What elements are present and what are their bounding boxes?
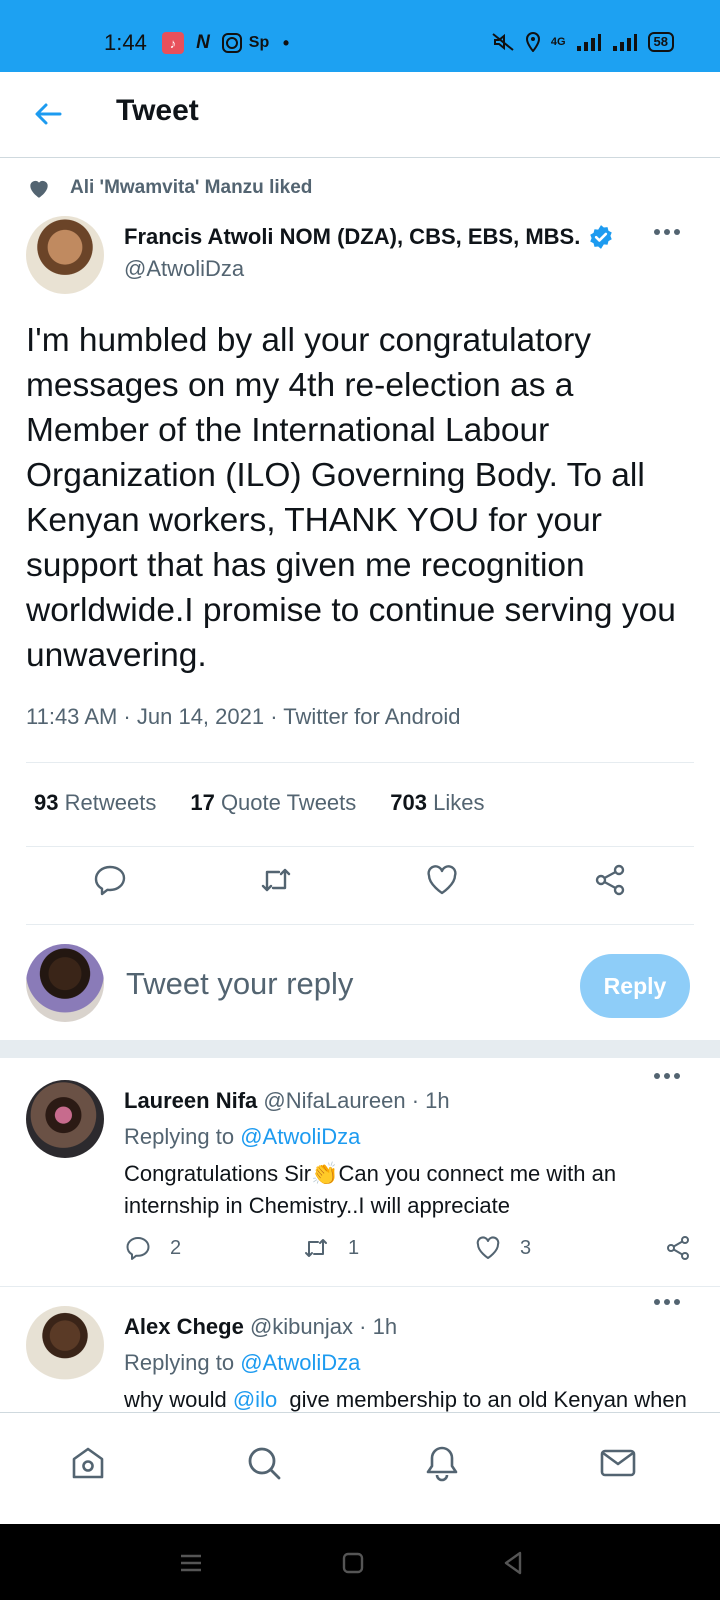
replying-to: Replying to @AtwoliDza [124, 1124, 360, 1150]
notifications-icon[interactable] [422, 1443, 462, 1483]
reply-share-action[interactable] [664, 1234, 692, 1262]
more-options-icon[interactable] [652, 227, 682, 237]
like-icon [476, 1236, 500, 1259]
divider [26, 924, 694, 925]
home-icon[interactable] [68, 1443, 108, 1483]
signal-icon [576, 34, 601, 51]
retweets-label: Retweets [64, 790, 157, 815]
search-icon[interactable] [244, 1443, 284, 1483]
reply-text-before: why would [124, 1387, 233, 1412]
reply-author-name[interactable]: Alex Chege [124, 1314, 244, 1339]
author-handle[interactable]: @AtwoliDza [124, 256, 244, 282]
retweets-count: 93 [34, 790, 59, 815]
retweet-count: 1 [348, 1236, 360, 1259]
reply-reply-action[interactable]: 2 [124, 1234, 181, 1262]
share-icon [667, 1236, 689, 1260]
more-options-icon[interactable] [652, 1297, 682, 1307]
status-right: 4G 58 [491, 32, 674, 52]
tweet-timestamp[interactable]: 11:43 AM · Jun 14, 2021 · Twitter for An… [26, 704, 461, 730]
divider [26, 846, 694, 847]
like-icon[interactable] [424, 862, 460, 898]
likes-count: 703 [390, 790, 427, 815]
mute-icon [492, 33, 514, 51]
location-icon [525, 32, 540, 52]
author-name[interactable]: Francis Atwoli NOM (DZA), CBS, EBS, MBS. [124, 224, 614, 250]
author-avatar[interactable] [26, 216, 104, 294]
app-header: Tweet [0, 72, 720, 158]
retweet-icon[interactable] [258, 862, 294, 898]
likes-stat[interactable]: 703 Likes [390, 790, 484, 816]
replying-to-link[interactable]: @AtwoliDza [240, 1124, 360, 1149]
back-arrow-icon[interactable] [32, 98, 64, 130]
reply-retweet-action[interactable]: 1 [302, 1234, 359, 1262]
reply-icon[interactable] [92, 862, 128, 898]
reply-input[interactable]: Tweet your reply [126, 966, 353, 1002]
status-bar: 1:44 ♪ N Sp • 4G 58 [0, 0, 720, 72]
reply-actions: 2 1 3 [0, 1234, 720, 1264]
reply-author-avatar[interactable] [26, 1080, 104, 1158]
battery-icon: 58 [647, 32, 674, 52]
replying-to: Replying to @AtwoliDza [124, 1350, 360, 1376]
recents-icon[interactable] [178, 1550, 204, 1576]
reply-author-handle[interactable]: @NifaLaureen [263, 1088, 405, 1113]
divider [26, 762, 694, 763]
reply-author-avatar[interactable] [26, 1306, 104, 1384]
reply-text: Congratulations Sir👏Can you connect me w… [124, 1158, 704, 1222]
verified-badge-icon [590, 225, 613, 249]
tweet-actions [0, 862, 720, 922]
reply-author-name[interactable]: Laureen Nifa [124, 1088, 257, 1113]
reply-text-body: Congratulations Sir👏Can you connect me w… [124, 1161, 617, 1218]
reply-button[interactable]: Reply [580, 954, 690, 1018]
reply-header: Alex Chege @kibunjax · 1h [124, 1314, 397, 1340]
tweet-text: I'm humbled by all your congratulatory m… [26, 322, 676, 674]
reply-header: Laureen Nifa @NifaLaureen · 1h [124, 1088, 450, 1114]
replying-to-link[interactable]: @AtwoliDza [240, 1350, 360, 1375]
quote-tweets-label: Quote Tweets [220, 790, 357, 815]
more-options-icon[interactable] [652, 1071, 682, 1081]
social-context-text: Ali 'Mwamvita' Manzu liked [70, 177, 313, 198]
likes-label: Likes [433, 790, 485, 815]
network-type: 4G [550, 36, 566, 48]
reply-like-action[interactable]: 3 [474, 1234, 531, 1262]
section-separator [0, 1040, 720, 1058]
status-time: 1:44 [104, 30, 147, 55]
share-icon[interactable] [592, 862, 628, 898]
reply-count: 2 [170, 1236, 182, 1259]
social-context: Ali 'Mwamvita' Manzu liked [26, 175, 312, 201]
instagram-icon [222, 33, 242, 53]
reply-time: · 1h [411, 1088, 450, 1113]
home-button-icon[interactable] [340, 1550, 366, 1576]
like-count: 3 [520, 1236, 532, 1259]
reply-author-handle[interactable]: @kibunjax [250, 1314, 353, 1339]
back-button-icon[interactable] [500, 1550, 526, 1576]
retweet-icon [305, 1239, 327, 1257]
user-avatar[interactable] [26, 944, 104, 1022]
divider [0, 1286, 720, 1287]
reply-icon [126, 1237, 150, 1260]
netflix-icon: N [196, 32, 210, 53]
tweet-stats: 93 Retweets 17 Quote Tweets 703 Likes [34, 790, 484, 816]
replying-to-prefix: Replying to [124, 1350, 235, 1375]
music-icon: ♪ [162, 32, 184, 54]
heart-filled-icon [30, 180, 48, 198]
quote-tweets-count: 17 [190, 790, 215, 815]
page-title: Tweet [116, 94, 199, 127]
bottom-navigation [0, 1412, 720, 1524]
retweets-stat[interactable]: 93 Retweets [34, 790, 156, 816]
reply-time: · 1h [359, 1314, 398, 1339]
mention-link[interactable]: @ilo [233, 1387, 277, 1412]
quote-tweets-stat[interactable]: 17 Quote Tweets [190, 790, 356, 816]
notification-dot-icon: • [282, 32, 290, 53]
messages-icon[interactable] [598, 1443, 638, 1483]
author-display-name: Francis Atwoli NOM (DZA), CBS, EBS, MBS. [124, 224, 581, 249]
sp-icon: Sp [248, 34, 270, 51]
replying-to-prefix: Replying to [124, 1124, 235, 1149]
signal-2-icon [612, 34, 637, 51]
system-navigation-bar [0, 1524, 720, 1600]
